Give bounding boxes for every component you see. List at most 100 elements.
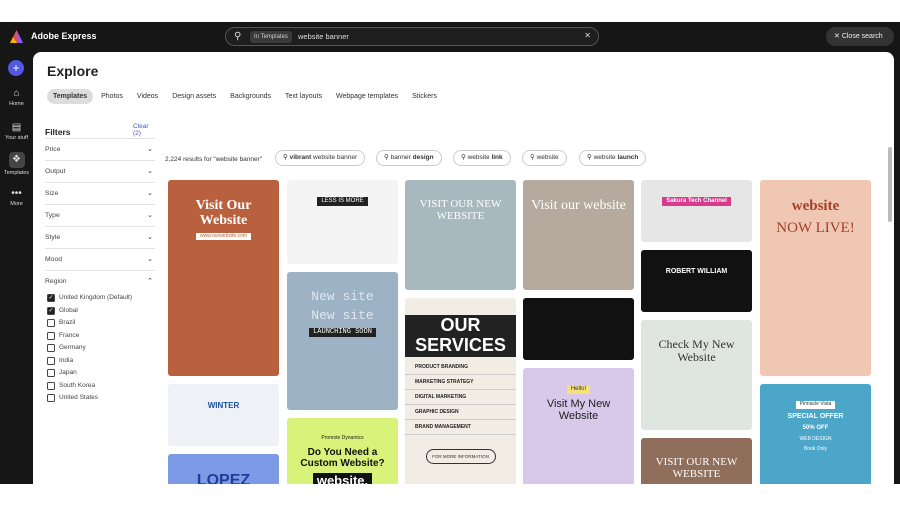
filter-label: Region [45,278,67,285]
service-item: BRAND MANAGEMENT [405,420,516,435]
template-card[interactable]: Visit Our Website www.ourwebsite.com [168,180,279,376]
checkbox[interactable] [47,381,55,390]
template-card[interactable] [523,298,634,360]
template-card[interactable]: Promote Dynamics Do You Need a Custom Web… [287,418,398,484]
close-icon: ✕ [834,33,842,40]
search-icon: ⚲ [530,154,537,161]
filter-size[interactable]: Size ⌄ [45,182,155,204]
search-input[interactable]: ⚲ In Templates website banner ✕ [225,27,599,46]
rail-home[interactable]: ⌂ Home [0,88,33,107]
search-icon: ⚲ [587,154,594,161]
tab-templates[interactable]: Templates [47,89,94,104]
search-icon: ⚲ [234,31,242,42]
checkbox[interactable] [47,394,55,402]
clear-filters-link[interactable]: Clear (2) [133,123,155,137]
create-button[interactable]: + [8,60,24,76]
close-search-label: Close search [841,33,883,40]
template-card[interactable]: New site New site LAUNCHING SOON [287,272,398,410]
card-text: Sakura Tech Channel [662,197,731,206]
search-suggestion[interactable]: ⚲ website link [453,150,511,166]
search-suggestion[interactable]: ⚲ website [522,150,567,166]
rail-label: More [10,201,23,207]
rail-your-stuff[interactable]: ▤ Your stuff [0,122,33,141]
rail-label: Your stuff [5,135,28,141]
chevron-down-icon: ⌄ [147,168,153,175]
region-checkbox[interactable]: South Korea [45,380,155,393]
close-search-button[interactable]: ✕ Close search [826,27,894,46]
card-text: www.ourwebsite.com [196,232,251,241]
card-text: 50% OFF [802,425,829,432]
filter-output[interactable]: Output ⌄ [45,160,155,182]
filter-label: Size [45,190,59,197]
template-card[interactable]: LOPEZ [168,454,279,484]
region-checkbox[interactable]: Japan [45,367,155,380]
filter-mood[interactable]: Mood ⌄ [45,248,155,270]
app-name: Adobe Express [31,31,97,41]
card-text: Promote Dynamics [321,435,364,441]
suggestion-text: banner [390,154,413,161]
region-checkbox[interactable]: ✓ Global [45,305,155,318]
tab-design-assets[interactable]: Design assets [166,89,222,104]
card-text: Visit My New Website [546,397,611,422]
tab-photos[interactable]: Photos [95,89,129,104]
adobe-express-logo [10,30,23,43]
template-card[interactable]: Check My New Website [641,320,752,430]
filters-panel: Filters Clear (2) Price ⌄ Output ⌄ Size ⌄ Type… [45,122,155,405]
filter-price[interactable]: Price ⌄ [45,138,155,160]
template-card[interactable]: LESS IS MORE [287,180,398,264]
template-card[interactable]: Pinnacle Vista SPECIAL OFFER 50% OFF WEB DE… [760,384,871,484]
tab-backgrounds[interactable]: Backgrounds [224,89,277,104]
checkbox[interactable]: ✓ [47,294,55,302]
checkbox[interactable] [47,319,55,327]
filter-type[interactable]: Type ⌄ [45,204,155,226]
checkbox[interactable] [47,369,55,377]
clear-search-icon[interactable]: ✕ [584,31,591,40]
rail-templates[interactable]: ❖ Templates [0,152,33,176]
page-title: Explore [47,63,99,79]
region-label: India [59,356,74,364]
template-card[interactable]: website NOW LIVE! [760,180,871,376]
filter-region[interactable]: Region ⌃ [45,270,155,292]
template-card[interactable]: Visit our website [523,180,634,290]
rail-more[interactable]: ••• More [0,188,33,207]
category-tabs: Templates Photos Videos Design assets Ba… [47,89,443,104]
region-checkbox[interactable]: India [45,355,155,368]
tab-stickers[interactable]: Stickers [406,89,443,104]
search-icon: ⚲ [461,154,468,161]
template-card[interactable]: VISIT OUR NEW WEBSITE [641,438,752,484]
checkbox[interactable] [47,331,55,340]
tab-videos[interactable]: Videos [131,89,164,104]
card-text: LAUNCHING SOON [309,327,376,338]
region-checkbox[interactable]: ✓ United Kingdom (Default) [45,292,155,305]
scrollbar[interactable] [888,147,892,222]
checkbox[interactable] [47,344,55,352]
template-card[interactable]: OUR SERVICES PRODUCT BRANDING MARKETING ST… [405,298,516,484]
checkbox[interactable]: ✓ [47,306,55,315]
search-scope-chip[interactable]: In Templates [250,31,292,43]
template-card[interactable]: Hello! Visit My New Website [523,368,634,484]
template-card[interactable]: Sakura Tech Channel [641,180,752,242]
search-suggestion[interactable]: ⚲ banner design [376,150,442,166]
tab-webpage-templates[interactable]: Webpage templates [330,89,404,104]
card-text: Hello! [566,385,591,394]
template-card[interactable]: WINTER [168,384,279,446]
template-card[interactable]: ROBERT WILLIAM [641,250,752,312]
region-label: Germany [59,344,86,351]
search-suggestion[interactable]: ⚲ vibrant website banner [275,150,366,166]
template-card[interactable]: VISIT OUR NEW WEBSITE [405,180,516,290]
card-text: website [791,198,840,214]
search-value[interactable]: website banner [298,32,349,41]
suggestion-text: website [593,154,618,161]
rail-label: Templates [3,170,30,176]
checkbox[interactable] [47,356,55,365]
region-checkbox[interactable]: Germany [45,342,155,355]
region-checkbox[interactable]: Brazil [45,317,155,330]
region-checkbox[interactable]: United States [45,392,155,405]
region-checkbox[interactable]: France [45,330,155,343]
filter-label: Output [45,168,66,175]
search-suggestion[interactable]: ⚲ website launch [579,150,647,166]
tab-text-layouts[interactable]: Text layouts [279,89,328,104]
filter-style[interactable]: Style ⌄ [45,226,155,248]
card-text: ROBERT WILLIAM [665,268,728,275]
region-label: Japan [59,369,77,376]
